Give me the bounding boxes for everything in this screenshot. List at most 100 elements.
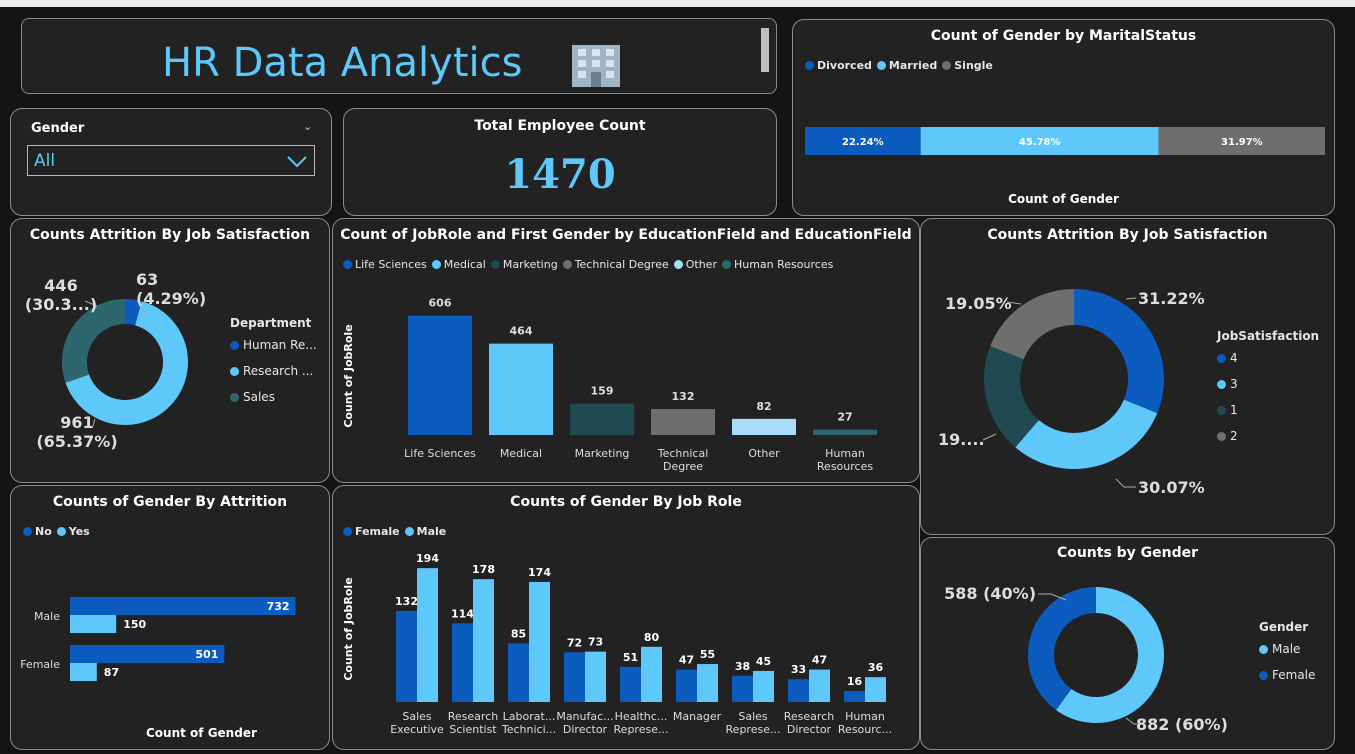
bar <box>70 597 296 615</box>
bar <box>473 579 494 702</box>
bar <box>508 643 529 702</box>
x-tick-label: Director <box>787 723 832 736</box>
legend-label: Research ... <box>243 364 314 378</box>
bar <box>529 581 550 702</box>
building-icon <box>572 45 620 87</box>
data-label: 16 <box>847 675 863 688</box>
y-axis-title: Count of JobRole <box>342 324 355 427</box>
slicer-label: Gender <box>31 121 85 136</box>
legend-item[interactable]: Research ... <box>230 364 317 378</box>
jobsat-donut-card: Counts Attrition By Job Satisfaction 31.… <box>920 218 1335 535</box>
jobrole-chart-card: Counts of Gender By Job Role Female Male … <box>332 485 920 750</box>
x-axis-title: Count of Gender <box>146 726 257 740</box>
legend-item[interactable]: Male <box>1259 642 1315 656</box>
x-tick-label: Sales <box>738 710 768 723</box>
data-label: 19.... <box>938 430 985 449</box>
legend-item[interactable]: 4 <box>1217 351 1319 365</box>
bar <box>641 646 662 702</box>
header-card: HR Data Analytics <box>21 18 777 94</box>
chart-legend: JobSatisfaction 4 3 1 2 <box>1217 329 1319 455</box>
scrollbar-thumb[interactable] <box>761 28 769 72</box>
data-label: 114 <box>451 607 474 620</box>
legend-item[interactable]: Sales <box>230 390 317 404</box>
legend-item[interactable]: 1 <box>1217 403 1319 417</box>
legend-label: Female <box>1272 668 1316 682</box>
dropdown-value: All <box>34 151 56 171</box>
y-tick-label: Male <box>34 610 60 623</box>
bar <box>396 610 417 702</box>
data-label: 22.24% <box>842 137 884 148</box>
chevron-down-icon <box>287 156 307 168</box>
data-label: 150 <box>123 618 146 631</box>
bar <box>732 418 796 435</box>
x-tick-label: Human <box>825 447 865 460</box>
x-tick-label: Scientist <box>449 723 497 736</box>
bar <box>452 623 473 702</box>
bar <box>585 651 606 702</box>
x-tick-label: Resources <box>817 460 873 473</box>
data-label: 961 <box>60 413 93 432</box>
data-label: (30.3...) <box>25 295 97 314</box>
leader-line <box>1115 478 1136 488</box>
y-tick-label: Female <box>20 658 60 671</box>
legend-label: 1 <box>1230 403 1238 417</box>
data-label: 47 <box>812 654 827 667</box>
x-tick-label: Represe... <box>614 723 669 736</box>
data-label: 588 (40%) <box>944 584 1036 603</box>
kpi-value: 1470 <box>504 151 616 198</box>
bar <box>809 669 830 702</box>
data-label: 464 <box>510 325 533 338</box>
data-label: 501 <box>195 648 218 661</box>
bar <box>651 409 715 435</box>
attrition-bar-chart: Male 732 150 Female 501 87 <box>20 597 296 681</box>
legend-label: 2 <box>1230 429 1238 443</box>
x-tick-label: Research <box>448 710 498 723</box>
x-tick-label: Degree <box>663 460 703 473</box>
legend-item[interactable]: 3 <box>1217 377 1319 391</box>
data-label: 33 <box>791 663 806 676</box>
data-label: 45 <box>756 655 771 668</box>
x-tick-label: Technical <box>657 447 709 460</box>
data-label: 882 (60%) <box>1136 715 1228 734</box>
bar <box>489 343 553 435</box>
data-label: 31.22% <box>1138 289 1205 308</box>
bar <box>732 675 753 702</box>
legend-item[interactable]: Female <box>1259 668 1315 682</box>
bar <box>570 403 634 435</box>
data-label: 30.07% <box>1138 478 1205 497</box>
data-label: 80 <box>644 631 660 644</box>
gender-slicer-card: Gender ⌄ All <box>10 108 332 216</box>
x-tick-label: Laborat... <box>503 710 556 723</box>
data-label: 82 <box>756 400 771 413</box>
data-label: 47 <box>679 654 694 667</box>
education-bar-chart: 606 Life Sciences 464 Medical 159 Marketing 13… <box>342 297 877 473</box>
data-label: 72 <box>567 636 582 649</box>
jobrole-bar-chart: 132194SalesExecutive114178ResearchScient… <box>342 552 892 736</box>
data-label: 732 <box>267 600 290 613</box>
data-label: 159 <box>591 385 614 398</box>
chevron-down-icon[interactable]: ⌄ <box>303 120 312 133</box>
gender-dropdown[interactable]: All <box>27 145 315 176</box>
data-label: 38 <box>735 660 750 673</box>
bar <box>788 679 809 702</box>
legend-item[interactable]: 2 <box>1217 429 1319 443</box>
legend-label: Male <box>1272 642 1301 656</box>
legend-title: Department <box>230 316 312 330</box>
bar <box>564 652 585 702</box>
legend-label: 3 <box>1230 377 1238 391</box>
data-label: 31.97% <box>1221 137 1263 148</box>
department-donut-card: Counts Attrition By Job Satisfaction 63(… <box>10 218 330 483</box>
leader-line <box>1125 297 1137 300</box>
data-label: 174 <box>528 566 551 579</box>
data-label: 194 <box>416 552 439 565</box>
bar <box>753 670 774 702</box>
data-label: (65.37%) <box>36 432 117 451</box>
data-label: 55 <box>700 648 715 661</box>
leader-line <box>982 433 997 441</box>
bar <box>697 664 718 702</box>
data-label: 178 <box>472 563 495 576</box>
x-tick-label: Director <box>563 723 608 736</box>
data-label: 63 <box>136 270 158 289</box>
legend-item[interactable]: Human Re... <box>230 338 317 352</box>
bar <box>70 663 97 681</box>
